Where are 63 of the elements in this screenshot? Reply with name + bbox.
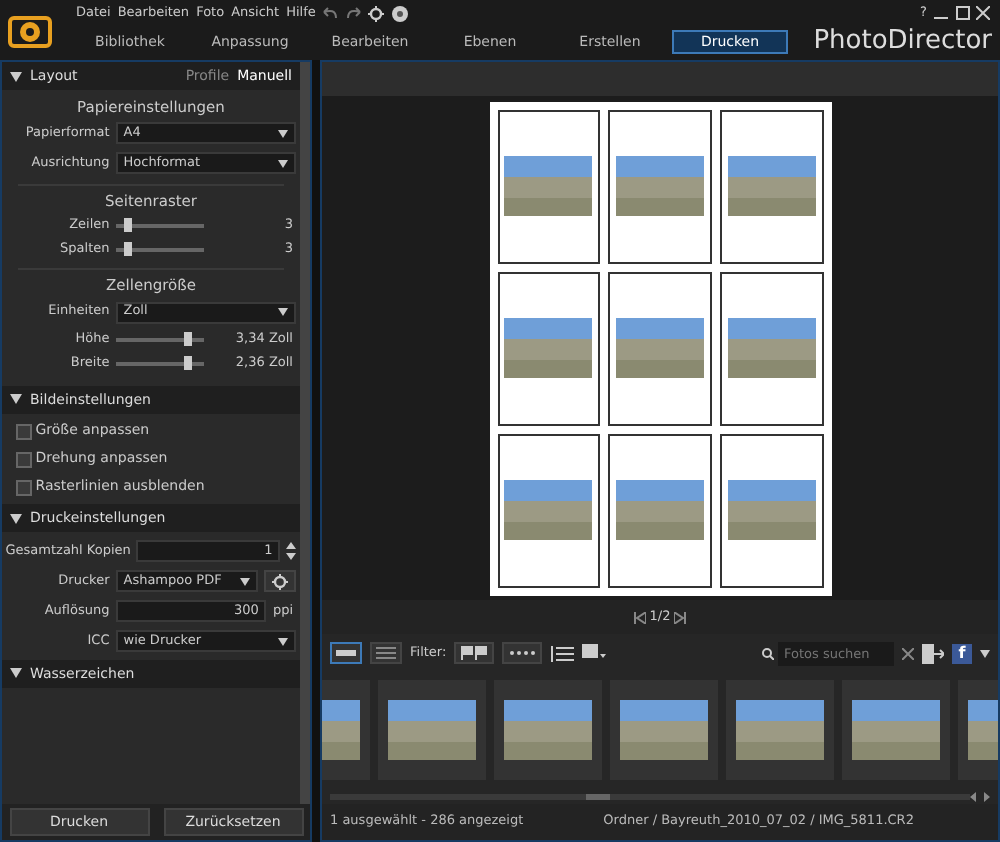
close-icon[interactable] — [976, 6, 990, 20]
collapse-triangle-icon[interactable] — [10, 71, 22, 81]
photo-placeholder — [504, 480, 593, 541]
dropdown-caret-icon — [278, 129, 289, 138]
camera-logo-icon — [8, 14, 52, 50]
photo-placeholder — [852, 700, 940, 761]
photo-placeholder — [388, 700, 476, 761]
collapse-triangle-icon[interactable] — [10, 394, 22, 405]
photo-placeholder — [736, 700, 824, 761]
thumbnail-frame[interactable] — [610, 680, 718, 781]
redo-icon[interactable] — [345, 6, 362, 20]
checkbox[interactable] — [16, 451, 32, 467]
checkbox[interactable] — [16, 423, 32, 439]
dropdown-caret-icon — [278, 159, 289, 168]
layer-icon[interactable] — [582, 644, 607, 663]
search-icon — [762, 647, 774, 660]
flag-filter-button[interactable] — [454, 642, 495, 665]
photo-placeholder — [620, 700, 708, 761]
lines-icon — [376, 646, 396, 661]
photo-placeholder — [727, 156, 816, 217]
rating-filter-button[interactable] — [502, 642, 543, 665]
photo-placeholder — [504, 700, 592, 761]
slider-track[interactable] — [115, 337, 204, 342]
photo-placeholder — [504, 156, 593, 217]
spinner-arrows-icon[interactable] — [286, 542, 297, 560]
printer-settings-button[interactable] — [264, 570, 297, 592]
slider-thumb[interactable] — [124, 242, 133, 256]
dropdown-caret-icon — [278, 637, 289, 645]
last-page-icon[interactable] — [673, 611, 686, 624]
thumbnail-frame[interactable] — [378, 680, 486, 781]
thumbnail-frame[interactable] — [842, 680, 950, 781]
photo-placeholder — [615, 480, 704, 541]
dropdown-caret-icon — [240, 577, 251, 585]
slider-thumb[interactable] — [124, 218, 133, 232]
slider-track[interactable] — [115, 361, 204, 366]
scroll-arrows-icon[interactable] — [970, 791, 990, 802]
photo-placeholder — [727, 318, 816, 379]
app-title: PhotoDirector — [813, 26, 992, 58]
filmstrip-view-button[interactable] — [330, 642, 362, 665]
undo-icon[interactable] — [322, 6, 339, 20]
slider-thumb[interactable] — [183, 355, 192, 370]
checkbox[interactable] — [16, 479, 32, 495]
list-view-button[interactable] — [370, 642, 402, 665]
collapse-triangle-icon[interactable] — [10, 513, 22, 524]
first-page-icon[interactable] — [634, 611, 647, 624]
clear-icon[interactable] — [902, 647, 914, 660]
photo-placeholder — [615, 156, 704, 217]
maximize-icon[interactable] — [955, 6, 969, 20]
collapse-triangle-icon[interactable] — [10, 668, 22, 679]
dropdown-caret-icon — [278, 308, 289, 317]
slider-thumb[interactable] — [183, 331, 192, 346]
thumbnail-frame[interactable] — [726, 680, 834, 781]
export-icon[interactable] — [922, 643, 944, 664]
dropdown-caret-icon[interactable] — [980, 649, 990, 658]
sort-list-icon[interactable] — [550, 645, 575, 662]
photo-placeholder — [615, 318, 704, 379]
settings-icon[interactable] — [391, 5, 408, 21]
photo-placeholder — [727, 480, 816, 541]
photo-placeholder — [504, 318, 593, 379]
scrollbar[interactable] — [300, 62, 310, 805]
thumbnail-frame[interactable] — [494, 680, 602, 781]
flags-icon — [460, 646, 489, 661]
share-button[interactable]: f — [952, 643, 972, 664]
